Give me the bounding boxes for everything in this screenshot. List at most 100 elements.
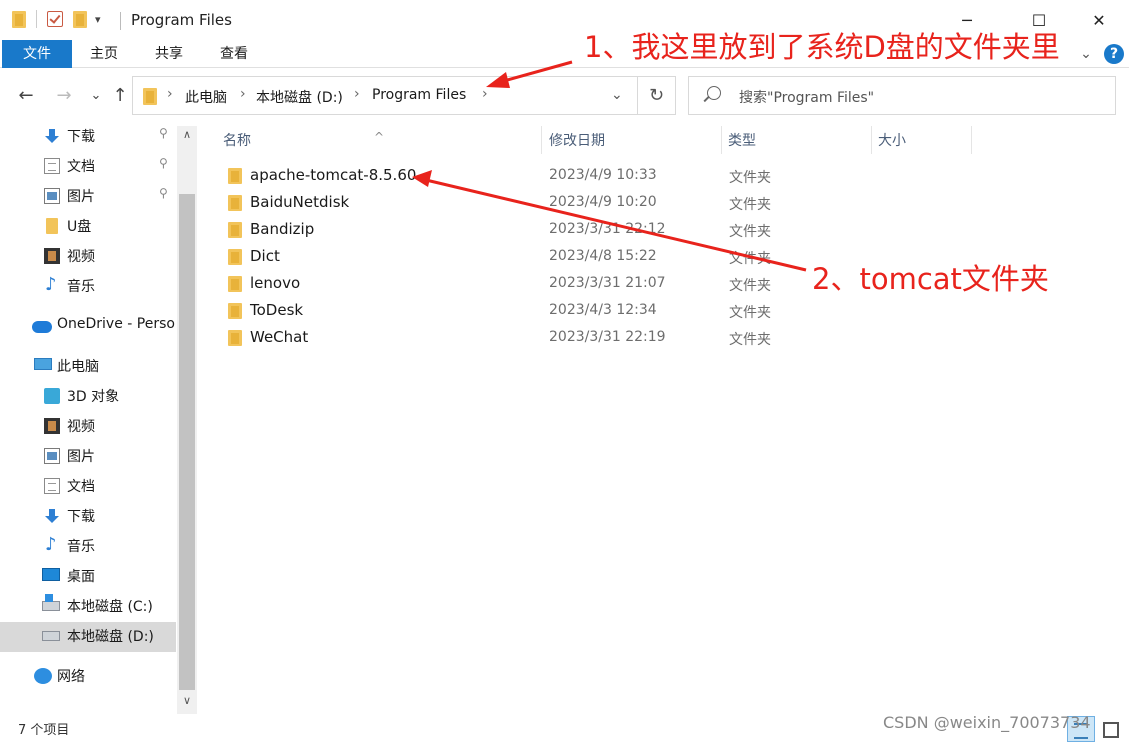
music-icon [44, 534, 60, 555]
navigation-bar: ← → ⌄ ↑ › 此电脑 › 本地磁盘 (D:) › Program File… [0, 68, 1129, 126]
sidebar-item-label: 本地磁盘 (D:) [67, 629, 154, 645]
sidebar-item-label: 此电脑 [57, 359, 99, 375]
address-bar[interactable]: › 此电脑 › 本地磁盘 (D:) › Program Files › ⌄ [132, 76, 638, 115]
file-row[interactable]: BaiduNetdisk 2023/4/9 10:20 文件夹 [218, 190, 998, 217]
column-header-label: 大小 [878, 133, 906, 149]
sidebar-item-onedrive[interactable]: OneDrive - Perso [0, 312, 176, 342]
sidebar-item-documents[interactable]: 文档 [0, 472, 176, 502]
breadcrumb-drive-d[interactable]: 本地磁盘 (D:) [256, 87, 343, 107]
column-header-type[interactable]: 类型 [722, 126, 871, 154]
refresh-button[interactable]: ↻ [638, 76, 676, 115]
annotation-note-2: 2、tomcat文件夹 [812, 262, 1049, 296]
file-row[interactable]: ToDesk 2023/4/3 12:34 文件夹 [218, 298, 998, 325]
properties-icon[interactable] [47, 11, 63, 27]
file-type: 文件夹 [729, 251, 771, 267]
file-name: Dict [250, 247, 280, 265]
column-header-name[interactable]: ^ 名称 [204, 126, 541, 154]
folder-icon [228, 195, 242, 211]
quick-access-toolbar: ▾ [12, 10, 101, 28]
file-name: WeChat [250, 328, 309, 346]
forward-button[interactable]: → [52, 84, 76, 108]
sidebar-item-drive-c[interactable]: 本地磁盘 (C:) [0, 592, 176, 622]
breadcrumb-separator[interactable]: › [354, 86, 360, 102]
file-date: 2023/4/9 10:33 [549, 167, 657, 183]
scroll-thumb[interactable] [179, 194, 195, 690]
sidebar-item-this-pc[interactable]: 此电脑 [0, 352, 176, 382]
sidebar-item-label: 音乐 [67, 279, 95, 295]
picture-icon [44, 448, 60, 464]
computer-icon [34, 358, 52, 370]
title-divider [120, 12, 121, 30]
file-date: 2023/3/31 22:19 [549, 329, 666, 345]
search-box[interactable]: 搜索"Program Files" [688, 76, 1116, 115]
sidebar-item-label: 下载 [67, 509, 95, 525]
help-icon[interactable]: ? [1104, 44, 1124, 64]
sidebar-item-drive-d[interactable]: 本地磁盘 (D:) [0, 622, 176, 652]
scroll-up-icon[interactable]: ∧ [177, 128, 197, 144]
document-icon [44, 478, 60, 494]
scroll-down-icon[interactable]: ∨ [177, 694, 197, 710]
sidebar-item-label: OneDrive - Perso [57, 316, 175, 332]
sidebar-item-documents[interactable]: 文档 ⚲ [0, 152, 176, 182]
sidebar-item-label: 图片 [67, 189, 95, 205]
folder-icon [228, 330, 242, 346]
address-dropdown-icon[interactable]: ⌄ [611, 87, 623, 103]
close-button[interactable]: ✕ [1076, 0, 1122, 40]
ribbon-expand-icon[interactable]: ⌄ [1075, 40, 1097, 68]
sidebar-item-pictures[interactable]: 图片 ⚲ [0, 182, 176, 212]
sort-ascending-icon: ^ [374, 130, 385, 144]
sidebar-item-music[interactable]: 音乐 [0, 532, 176, 562]
column-header-size[interactable]: 大小 [872, 126, 972, 154]
file-date: 2023/3/31 21:07 [549, 275, 666, 291]
new-folder-icon[interactable] [73, 10, 87, 28]
sidebar-item-videos[interactable]: 视频 [0, 242, 176, 272]
sidebar-item-label: 图片 [67, 449, 95, 465]
sidebar-item-3d-objects[interactable]: 3D 对象 [0, 382, 176, 412]
file-row[interactable]: WeChat 2023/3/31 22:19 文件夹 [218, 325, 998, 352]
sidebar-item-music[interactable]: 音乐 [0, 272, 176, 302]
sidebar-scrollbar[interactable]: ∧ ∨ [177, 126, 197, 714]
up-button[interactable]: ↑ [108, 84, 132, 108]
breadcrumb-separator[interactable]: › [167, 86, 173, 102]
breadcrumb-this-pc[interactable]: 此电脑 [185, 87, 227, 107]
tab-share[interactable]: 共享 [145, 40, 193, 68]
breadcrumb-separator[interactable]: › [482, 86, 488, 102]
breadcrumb-program-files[interactable]: Program Files [372, 87, 466, 103]
tab-view[interactable]: 查看 [210, 40, 258, 68]
column-header-date[interactable]: 修改日期 [542, 126, 721, 154]
drive-d-icon [42, 631, 60, 641]
sidebar-item-label: 网络 [57, 669, 85, 685]
sidebar-item-label: 3D 对象 [67, 389, 120, 405]
tab-home[interactable]: 主页 [80, 40, 128, 68]
folder-icon[interactable] [12, 10, 26, 28]
sidebar-item-label: 视频 [67, 419, 95, 435]
back-button[interactable]: ← [14, 84, 38, 108]
file-row[interactable]: Bandizip 2023/3/31 22:12 文件夹 [218, 217, 998, 244]
file-type: 文件夹 [729, 170, 771, 186]
sidebar-item-pictures[interactable]: 图片 [0, 442, 176, 472]
desktop-icon [42, 568, 60, 581]
file-date: 2023/3/31 22:12 [549, 221, 666, 237]
column-divider[interactable] [971, 126, 972, 154]
large-icons-view-icon[interactable] [1099, 718, 1121, 740]
sidebar-item-downloads[interactable]: 下载 ⚲ [0, 122, 176, 152]
file-list: ^ 名称 修改日期 类型 大小 apache-tomcat-8.5.60 202… [204, 126, 1129, 714]
qa-dropdown-icon[interactable]: ▾ [95, 13, 101, 26]
sidebar-item-desktop[interactable]: 桌面 [0, 562, 176, 592]
sidebar-item-network[interactable]: 网络 [0, 662, 176, 692]
recent-locations-icon[interactable]: ⌄ [84, 84, 108, 108]
tab-file[interactable]: 文件 [2, 40, 72, 68]
file-type: 文件夹 [729, 197, 771, 213]
sidebar-item-videos[interactable]: 视频 [0, 412, 176, 442]
column-header-label: 名称 [223, 133, 251, 149]
breadcrumb-separator[interactable]: › [240, 86, 246, 102]
search-input[interactable]: 搜索"Program Files" [739, 87, 874, 107]
sidebar-item-usb[interactable]: U盘 [0, 212, 176, 242]
file-row[interactable]: apache-tomcat-8.5.60 2023/4/9 10:33 文件夹 [218, 163, 998, 190]
folder-icon [228, 303, 242, 319]
file-type: 文件夹 [729, 332, 771, 348]
folder-icon [228, 249, 242, 265]
video-icon [44, 248, 60, 264]
sidebar-item-downloads[interactable]: 下载 [0, 502, 176, 532]
pin-icon: ⚲ [159, 126, 168, 140]
